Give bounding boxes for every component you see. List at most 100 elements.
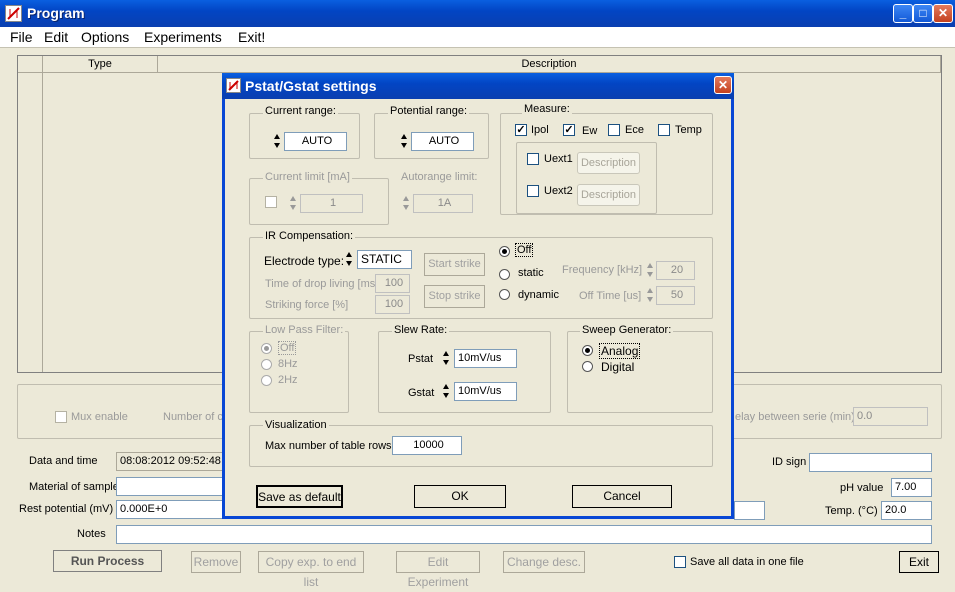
material-label: Material of sample <box>29 481 119 493</box>
pstat-spin[interactable] <box>442 349 451 367</box>
copy-exp-button[interactable]: Copy exp. to end list <box>258 551 364 589</box>
sweep-digital-radio[interactable] <box>582 361 593 372</box>
autorange-spin[interactable] <box>402 194 411 212</box>
ir-dynamic-radio[interactable] <box>499 289 510 300</box>
max-rows-input[interactable]: 10000 <box>392 436 462 455</box>
drop-living-input[interactable]: 100 <box>375 274 410 293</box>
lpf-off-radio[interactable] <box>261 343 272 354</box>
menu-edit[interactable]: Edit <box>44 29 68 45</box>
menu-experiments[interactable]: Experiments <box>144 29 222 45</box>
ir-off-radio[interactable] <box>499 246 510 257</box>
temp-label: Temp. (°C) <box>825 505 878 517</box>
off-time-spin[interactable] <box>646 286 655 304</box>
lpf-8hz-label: 8Hz <box>278 358 298 370</box>
dialog-titlebar: Pstat/Gstat settings ✕ <box>222 73 734 99</box>
pstat-gstat-dialog: Pstat/Gstat settings ✕ Current range: AU… <box>222 73 734 519</box>
app-icon <box>5 5 22 22</box>
change-desc-button[interactable]: Change desc. <box>503 551 585 573</box>
uext1-label: Uext1 <box>544 153 573 165</box>
grid-header-type[interactable]: Type <box>43 56 158 73</box>
start-strike-button[interactable]: Start strike <box>424 253 485 276</box>
material-input[interactable] <box>116 477 224 496</box>
ir-compensation-label: IR Compensation: <box>263 230 356 242</box>
ece-checkbox[interactable] <box>608 124 620 136</box>
temp-input[interactable]: 20.0 <box>881 501 932 520</box>
ir-dynamic-label: dynamic <box>518 289 559 301</box>
max-rows-label: Max number of table rows <box>265 440 392 452</box>
ipol-checkbox[interactable]: ✓ <box>515 124 527 136</box>
current-limit-spin[interactable] <box>289 194 298 212</box>
pstat-input[interactable]: 10mV/us <box>454 349 517 368</box>
sweep-digital-label: Digital <box>601 360 635 374</box>
uext2-checkbox[interactable] <box>527 185 539 197</box>
uext2-label: Uext2 <box>544 185 573 197</box>
id-sign-label: ID sign <box>772 456 807 468</box>
rest-potential-input[interactable]: 0.000E+0 <box>116 500 224 519</box>
frequency-input[interactable]: 20 <box>656 261 695 280</box>
gstat-spin[interactable] <box>442 382 451 400</box>
ph-input[interactable]: 7.00 <box>891 478 932 497</box>
measure-label: Measure: <box>522 103 572 115</box>
grid-header-description[interactable]: Description <box>158 56 941 73</box>
ph-label: pH value <box>840 482 884 494</box>
off-time-input[interactable]: 50 <box>656 286 695 305</box>
current-limit-checkbox[interactable] <box>265 196 277 208</box>
lpf-8hz-radio[interactable] <box>261 359 272 370</box>
lpf-2hz-label: 2Hz <box>278 374 298 386</box>
run-process-button[interactable]: Run Process <box>53 550 162 572</box>
ok-button[interactable]: OK <box>414 485 506 508</box>
dialog-app-icon <box>226 78 241 93</box>
grid-row-indicator <box>18 73 43 372</box>
slew-rate-label: Slew Rate: <box>392 324 450 336</box>
maximize-button[interactable]: □ <box>913 4 933 23</box>
autorange-input[interactable]: 1A <box>413 194 473 213</box>
dialog-close-button[interactable]: ✕ <box>714 76 732 94</box>
potential-range-input[interactable]: AUTO <box>411 132 474 151</box>
menu-options[interactable]: Options <box>81 29 129 45</box>
delay-input[interactable]: 0.0 <box>853 407 928 426</box>
uext2-description-button[interactable]: Description <box>577 184 640 206</box>
rest-potential-label: Rest potential (mV) <box>19 503 114 515</box>
mux-enable-checkbox[interactable] <box>55 411 67 423</box>
ir-static-radio[interactable] <box>499 269 510 280</box>
exit-button[interactable]: Exit <box>899 551 939 573</box>
menu-exit[interactable]: Exit! <box>238 29 265 45</box>
right-field-input[interactable] <box>734 501 765 520</box>
menu-bar: File Edit Options Experiments Exit! <box>0 27 955 48</box>
stop-strike-button[interactable]: Stop strike <box>424 285 485 308</box>
temp-checkbox[interactable] <box>658 124 670 136</box>
close-button[interactable]: ✕ <box>933 4 953 23</box>
current-limit-label: Current limit [mA] <box>263 171 352 183</box>
cancel-button[interactable]: Cancel <box>572 485 672 508</box>
date-field: 08:08:2012 09:52:48 <box>116 452 224 471</box>
uext1-checkbox[interactable] <box>527 153 539 165</box>
current-limit-input[interactable]: 1 <box>300 194 363 213</box>
potential-range-spin[interactable] <box>400 132 409 150</box>
visualization-label: Visualization <box>263 419 329 431</box>
current-range-input[interactable]: AUTO <box>284 132 347 151</box>
edit-experiment-button[interactable]: Edit Experiment <box>396 551 480 589</box>
uext1-description-button[interactable]: Description <box>577 152 640 174</box>
ir-off-label: Off <box>515 243 534 257</box>
low-pass-filter-label: Low Pass Filter: <box>263 324 346 336</box>
id-sign-input[interactable] <box>809 453 932 472</box>
save-as-default-button[interactable]: Save as default <box>256 485 343 508</box>
striking-force-input[interactable]: 100 <box>375 295 410 314</box>
remove-button[interactable]: Remove <box>191 551 241 573</box>
lpf-2hz-radio[interactable] <box>261 375 272 386</box>
electrode-type-spin[interactable] <box>345 250 354 268</box>
sweep-analog-radio[interactable] <box>582 345 593 356</box>
minimize-button[interactable]: _ <box>893 4 913 23</box>
current-range-spin[interactable] <box>273 132 282 150</box>
notes-input[interactable] <box>116 525 932 544</box>
gstat-label: Gstat <box>408 387 435 399</box>
gstat-input[interactable]: 10mV/us <box>454 382 517 401</box>
save-all-checkbox[interactable] <box>674 556 686 568</box>
dialog-title: Pstat/Gstat settings <box>245 78 377 94</box>
mux-number-label: Number of c <box>163 411 223 423</box>
frequency-spin[interactable] <box>646 261 655 279</box>
ew-checkbox[interactable]: ✓ <box>563 124 575 136</box>
current-range-label: Current range: <box>263 105 338 117</box>
electrode-type-input[interactable]: STATIC <box>357 250 412 269</box>
menu-file[interactable]: File <box>10 29 33 45</box>
